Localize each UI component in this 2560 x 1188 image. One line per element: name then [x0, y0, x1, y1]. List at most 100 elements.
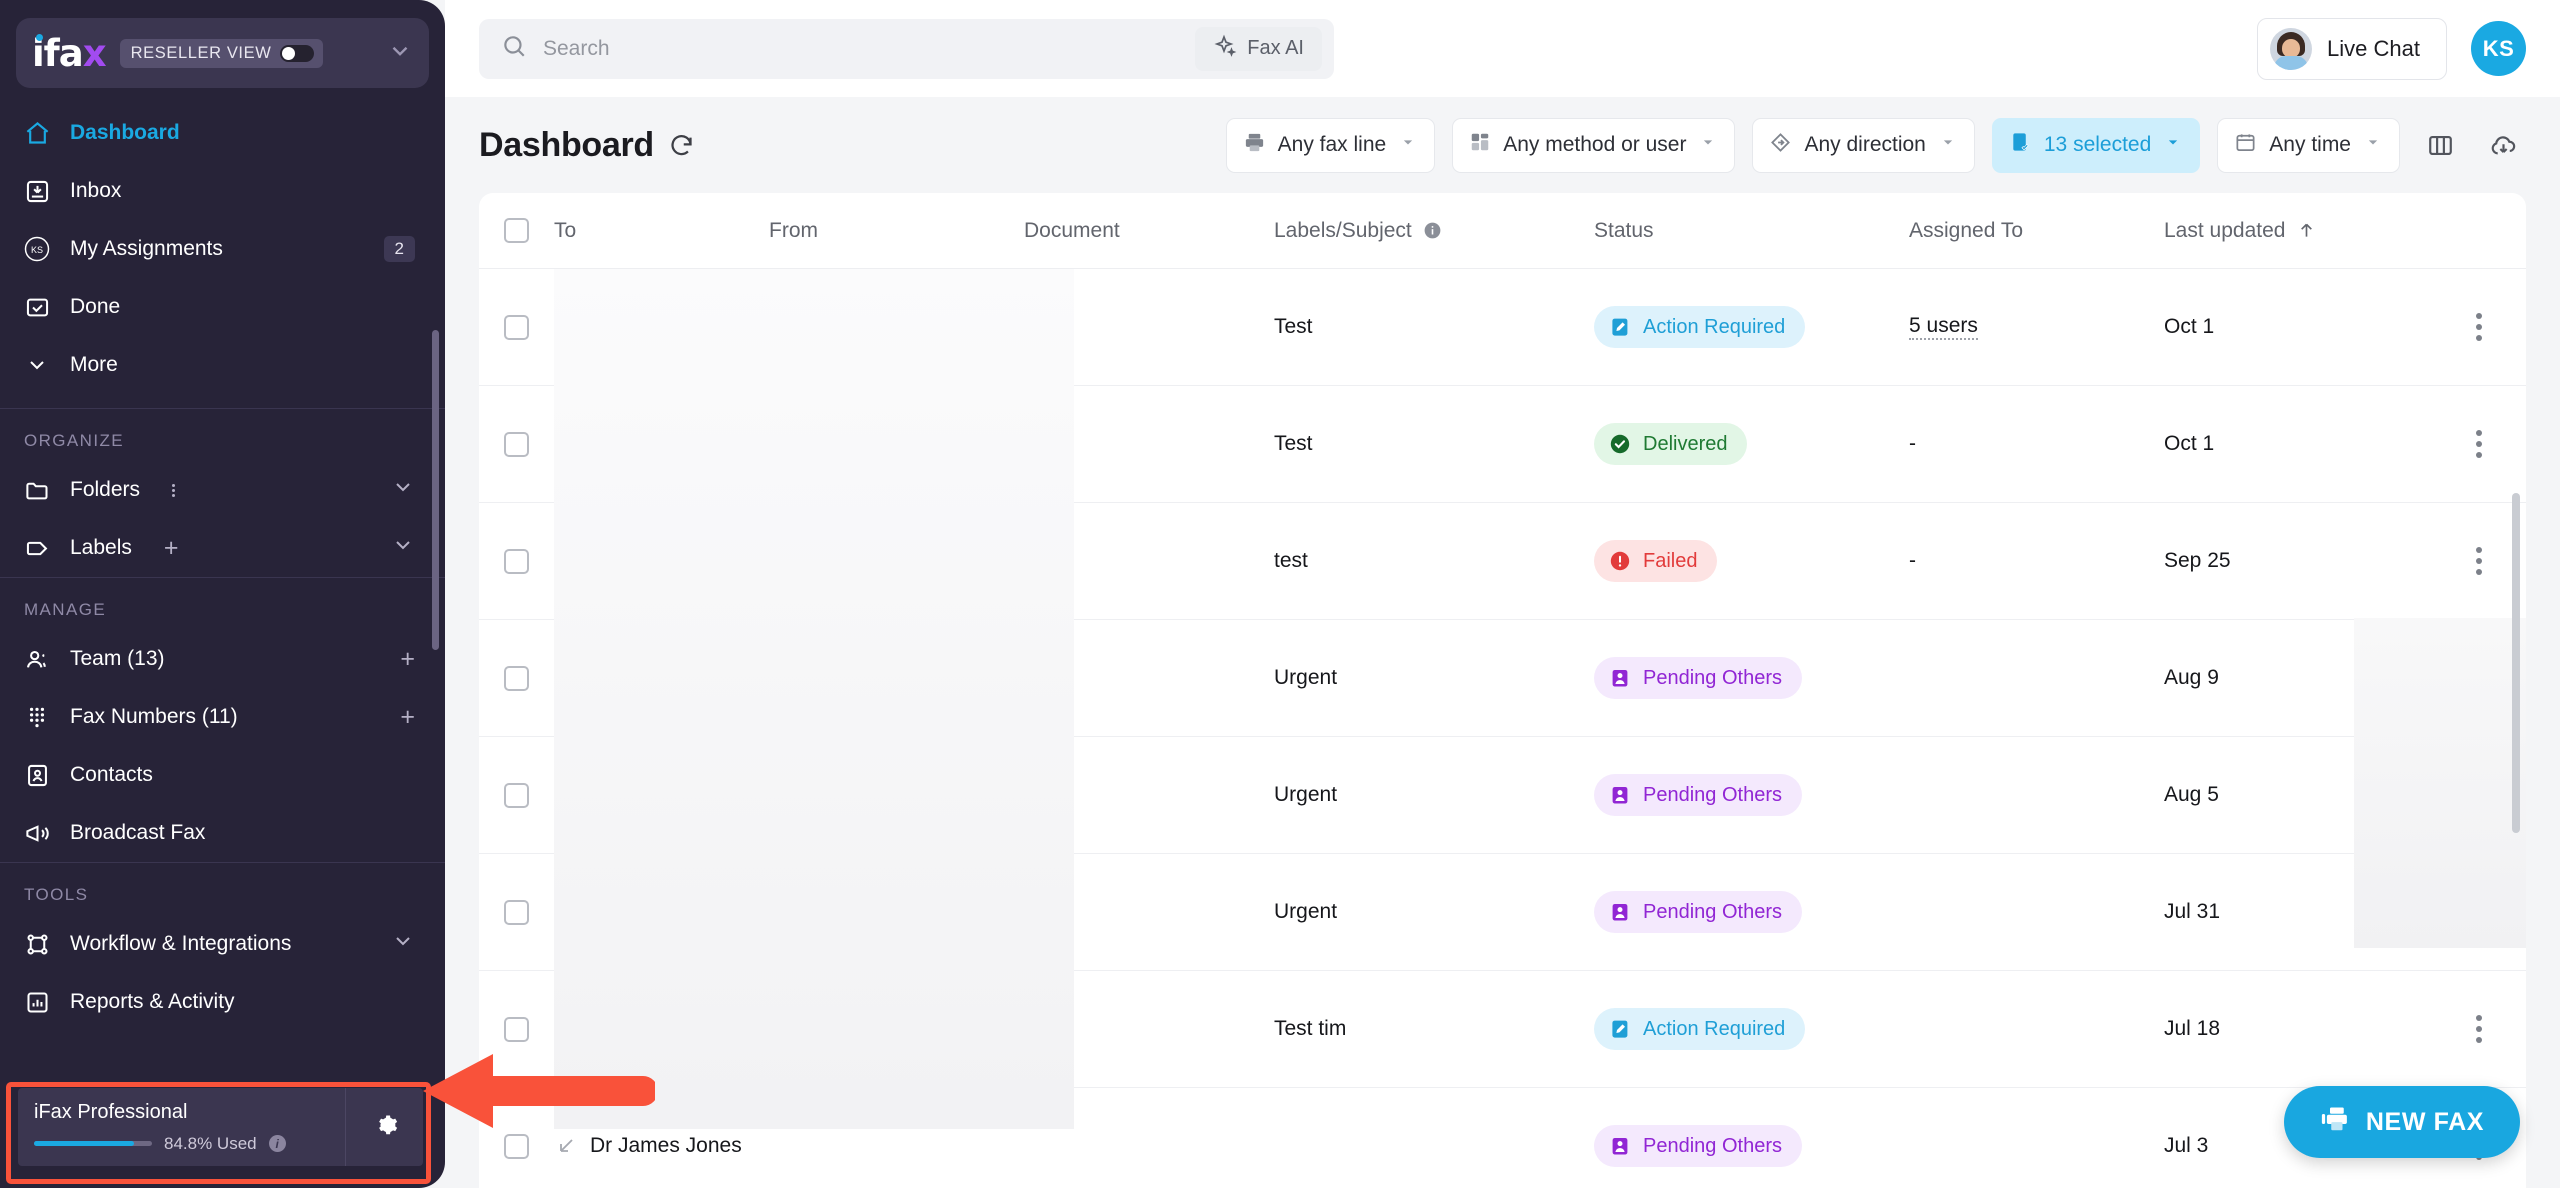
sidebar-item-my-assignments[interactable]: KS My Assignments 2	[0, 220, 445, 278]
filter-method-or-user[interactable]: Any method or user	[1452, 117, 1736, 173]
sidebar-item-dashboard[interactable]: Dashboard	[0, 104, 445, 162]
sidebar-item-done[interactable]: Done	[0, 278, 445, 336]
filter-selected-count[interactable]: 13 selected	[1991, 117, 2201, 173]
user-avatar[interactable]: KS	[2471, 21, 2526, 76]
gear-icon	[370, 1110, 400, 1145]
reseller-toggle-switch[interactable]	[280, 44, 315, 62]
sidebar-item-labels[interactable]: Labels +	[0, 519, 445, 577]
sidebar-item-label: Contacts	[70, 763, 153, 786]
row-checkbox[interactable]	[504, 548, 529, 574]
cell-assigned-to	[1909, 620, 2164, 736]
arrow-incoming-icon	[554, 1134, 578, 1158]
search-icon	[501, 33, 527, 64]
last-updated-value: Jul 3	[2164, 1134, 2209, 1157]
column-header-document[interactable]: Document	[1024, 219, 1274, 243]
sidebar-item-fax-numbers[interactable]: Fax Numbers (11) +	[0, 688, 445, 746]
last-updated-value: Aug 9	[2164, 666, 2219, 689]
column-header-assigned-to[interactable]: Assigned To	[1909, 219, 2164, 243]
column-header-to[interactable]: To	[554, 219, 769, 243]
chevron-down-icon[interactable]	[391, 929, 415, 959]
row-menu-icon[interactable]	[2475, 547, 2482, 575]
chevron-down-icon	[1698, 132, 1718, 158]
select-all-checkbox[interactable]	[504, 218, 529, 243]
new-fax-button[interactable]: NEW FAX	[2283, 1086, 2520, 1158]
sidebar-item-more[interactable]: More	[0, 336, 445, 394]
cell-labels-subject	[1274, 1088, 1594, 1188]
row-menu-icon[interactable]	[2475, 1015, 2482, 1043]
tag-icon	[22, 533, 52, 563]
cloud-download-icon[interactable]	[2480, 122, 2526, 168]
sidebar-item-inbox[interactable]: Inbox	[0, 162, 445, 220]
row-checkbox[interactable]	[504, 431, 529, 457]
plus-icon[interactable]: +	[400, 704, 415, 730]
nav-primary: Dashboard Inbox KS My Assignments 2 Done	[0, 98, 445, 408]
row-checkbox[interactable]	[504, 665, 529, 691]
column-header-last-updated[interactable]: Last updated	[2164, 219, 2431, 243]
sidebar-item-broadcast-fax[interactable]: Broadcast Fax	[0, 804, 445, 862]
fax-ai-button[interactable]: Fax AI	[1195, 26, 1322, 71]
contact-card-icon	[22, 760, 52, 790]
filter-label: Any fax line	[1277, 133, 1387, 156]
row-menu-icon[interactable]	[2475, 430, 2482, 458]
bar-chart-icon	[22, 987, 52, 1017]
plan-info: iFax Professional 84.8% Used i	[18, 1101, 345, 1154]
row-select-cell	[479, 620, 554, 736]
sidebar-scrollbar[interactable]	[432, 330, 439, 650]
row-select-cell	[479, 269, 554, 385]
sidebar-item-team[interactable]: Team (13) +	[0, 630, 445, 688]
ks-avatar-icon: KS	[22, 234, 52, 264]
plan-card[interactable]: iFax Professional 84.8% Used i	[18, 1088, 423, 1166]
sidebar-item-contacts[interactable]: Contacts	[0, 746, 445, 804]
status-label: Pending Others	[1643, 783, 1782, 806]
cell-status: Failed	[1594, 503, 1909, 619]
recipient-name: Dr James Jones	[590, 1133, 742, 1157]
row-checkbox[interactable]	[504, 1133, 529, 1159]
sidebar-item-label: Reports & Activity	[70, 990, 235, 1013]
status-label: Pending Others	[1643, 666, 1782, 689]
cell-status: Pending Others	[1594, 737, 1909, 853]
column-header-labels-subject[interactable]: Labels/Subject	[1274, 219, 1594, 243]
search-input[interactable]: Search Fax AI	[479, 18, 1334, 79]
chevron-down-icon[interactable]	[391, 475, 415, 505]
cell-status: Delivered	[1594, 386, 1909, 502]
kebab-icon[interactable]	[172, 483, 176, 497]
sidebar-item-folders[interactable]: Folders	[0, 461, 445, 519]
info-icon[interactable]: i	[268, 1135, 286, 1152]
column-header-from[interactable]: From	[769, 219, 1024, 243]
chevron-down-icon	[2163, 132, 2183, 158]
row-checkbox[interactable]	[504, 899, 529, 925]
reseller-view-label: RESELLER VIEW	[130, 43, 272, 62]
sidebar-item-workflow-integrations[interactable]: Workflow & Integrations	[0, 915, 445, 973]
plus-icon[interactable]: +	[400, 646, 415, 672]
refresh-icon[interactable]	[668, 132, 695, 159]
sidebar-item-reports-activity[interactable]: Reports & Activity	[0, 973, 445, 1031]
row-menu-icon[interactable]	[2475, 313, 2482, 341]
grid-icon	[1469, 131, 1491, 159]
filter-fax-line[interactable]: Any fax line	[1225, 117, 1436, 173]
table-scrollbar[interactable]	[2512, 493, 2520, 833]
column-header-status[interactable]: Status	[1594, 219, 1909, 243]
brand-card[interactable]: ifax RESELLER VIEW	[16, 18, 429, 88]
info-icon[interactable]	[1422, 220, 1443, 241]
plus-icon[interactable]: +	[164, 535, 179, 561]
reseller-view-toggle[interactable]: RESELLER VIEW	[119, 38, 324, 68]
section-title-organize: ORGANIZE	[24, 431, 124, 450]
filter-direction[interactable]: Any direction	[1752, 117, 1975, 173]
cell-labels-subject: Urgent	[1274, 783, 1338, 806]
chevron-down-icon[interactable]	[391, 533, 415, 563]
columns-icon[interactable]	[2417, 122, 2463, 168]
last-updated-value: Jul 31	[2164, 900, 2221, 923]
row-checkbox[interactable]	[504, 782, 529, 808]
chevron-down-icon[interactable]	[387, 38, 413, 69]
home-icon	[22, 118, 52, 148]
status-label: Failed	[1643, 549, 1698, 572]
filter-time[interactable]: Any time	[2217, 117, 2400, 173]
assigned-users-link[interactable]: 5 users	[1909, 314, 1978, 340]
live-chat-button[interactable]: Live Chat	[2257, 17, 2447, 80]
row-checkbox[interactable]	[504, 1016, 529, 1042]
row-checkbox[interactable]	[504, 314, 529, 340]
filter-bar: Any fax line Any method or user Any dire…	[1225, 117, 2526, 173]
plan-settings-button[interactable]	[345, 1088, 423, 1166]
status-label: Pending Others	[1643, 900, 1782, 923]
filter-label: Any method or user	[1503, 133, 1687, 156]
